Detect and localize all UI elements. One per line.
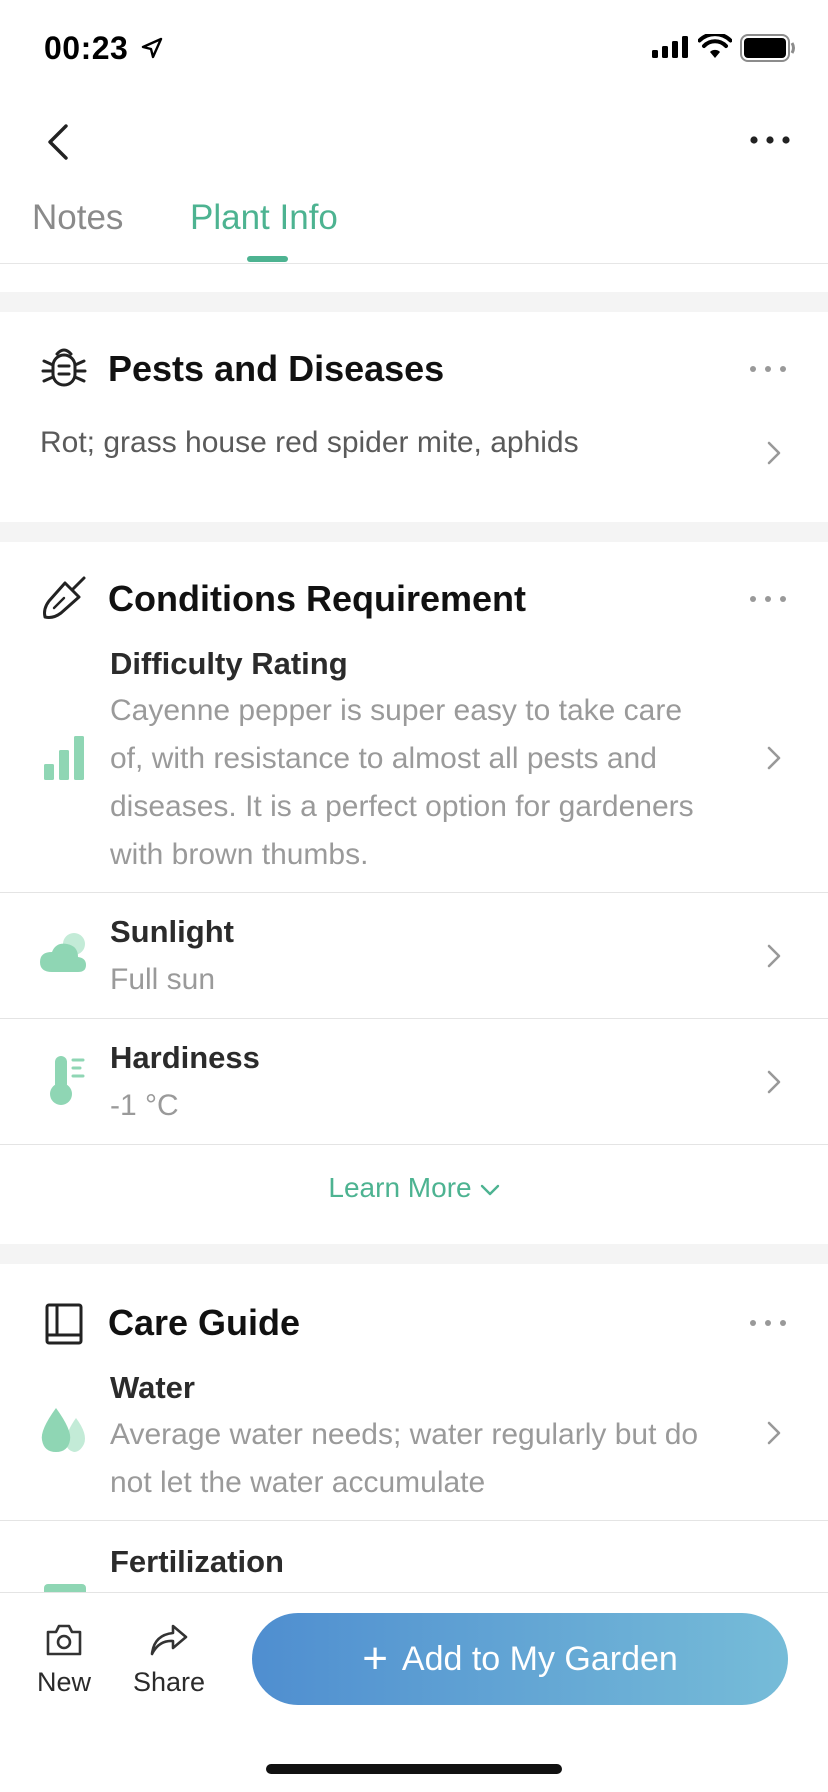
bug-icon [41, 348, 87, 387]
difficulty-label: Difficulty Rating [110, 646, 348, 681]
chevron-down-icon [480, 1184, 499, 1195]
divider [0, 892, 828, 893]
difficulty-line: Cayenne pepper is super easy to take car… [110, 694, 683, 727]
share-label: Share [132, 1667, 206, 1697]
thermometer-icon [50, 1056, 85, 1105]
care-guide-more-icon[interactable] [748, 1318, 788, 1328]
pests-title: Pests and Diseases [108, 348, 445, 389]
sunlight-value: Full sun [110, 963, 216, 996]
book-icon [45, 1303, 83, 1345]
hardiness-value: -1 °C [110, 1089, 179, 1122]
conditions-title: Conditions Requirement [108, 578, 527, 619]
sunlight-chevron-right-icon[interactable] [766, 943, 782, 969]
section-gap [0, 292, 828, 312]
new-label: New [36, 1667, 91, 1697]
sunlight-label: Sunlight [110, 914, 234, 949]
water-label: Water [110, 1370, 195, 1405]
share-icon [150, 1624, 188, 1656]
water-chevron-right-icon[interactable] [766, 1420, 782, 1446]
difficulty-chevron-right-icon[interactable] [766, 745, 782, 771]
signal-icon [652, 36, 688, 58]
back-chevron-icon[interactable] [40, 118, 80, 166]
camera-icon [46, 1624, 82, 1656]
fertilization-label: Fertilization [110, 1544, 284, 1579]
tab-plant-info[interactable]: Plant Info [190, 198, 338, 238]
divider [0, 1144, 828, 1145]
care-guide-title: Care Guide [108, 1302, 301, 1343]
cloud-icon [40, 933, 86, 972]
status-time: 00:23 [44, 30, 129, 66]
conditions-more-icon[interactable] [748, 594, 788, 604]
section-gap [0, 1244, 828, 1264]
water-line: not let the water accumulate [110, 1466, 486, 1499]
plus-icon: + [362, 1634, 388, 1683]
more-icon[interactable] [746, 124, 794, 156]
bar-chart-icon [44, 736, 84, 780]
learn-more-link[interactable]: Learn More [0, 1172, 828, 1204]
hardiness-chevron-right-icon[interactable] [766, 1069, 782, 1095]
location-arrow-icon [141, 37, 163, 59]
pests-text[interactable]: Rot; grass house red spider mite, aphids [40, 426, 579, 460]
learn-more-label: Learn More [328, 1172, 472, 1203]
water-drop-icon [41, 1408, 85, 1452]
share-button[interactable]: Share [126, 1623, 212, 1698]
water-line: Average water needs; water regularly but… [110, 1418, 699, 1451]
section-gap [0, 522, 828, 542]
home-indicator [266, 1764, 562, 1774]
add-to-garden-button[interactable]: + Add to My Garden [252, 1613, 788, 1705]
divider [0, 1520, 828, 1521]
tab-notes[interactable]: Notes [32, 198, 123, 238]
bottom-action-bar: New Share + Add to My Garden [0, 1592, 828, 1792]
wifi-icon [698, 34, 732, 58]
tab-bar: Notes Plant Info [0, 190, 828, 264]
pests-chevron-right-icon[interactable] [766, 440, 782, 466]
active-tab-indicator [247, 256, 288, 262]
trowel-icon [43, 576, 86, 619]
difficulty-line: diseases. It is a perfect option for gar… [110, 790, 694, 823]
battery-icon [740, 34, 795, 62]
divider [0, 1018, 828, 1019]
new-button[interactable]: New [28, 1623, 100, 1698]
difficulty-line: of, with resistance to almost all pests … [110, 742, 657, 775]
status-bar: 00:23 [0, 0, 828, 100]
pests-more-icon[interactable] [748, 364, 788, 374]
add-to-garden-label: Add to My Garden [401, 1639, 678, 1678]
hardiness-label: Hardiness [110, 1040, 260, 1075]
difficulty-line: with brown thumbs. [110, 838, 369, 871]
